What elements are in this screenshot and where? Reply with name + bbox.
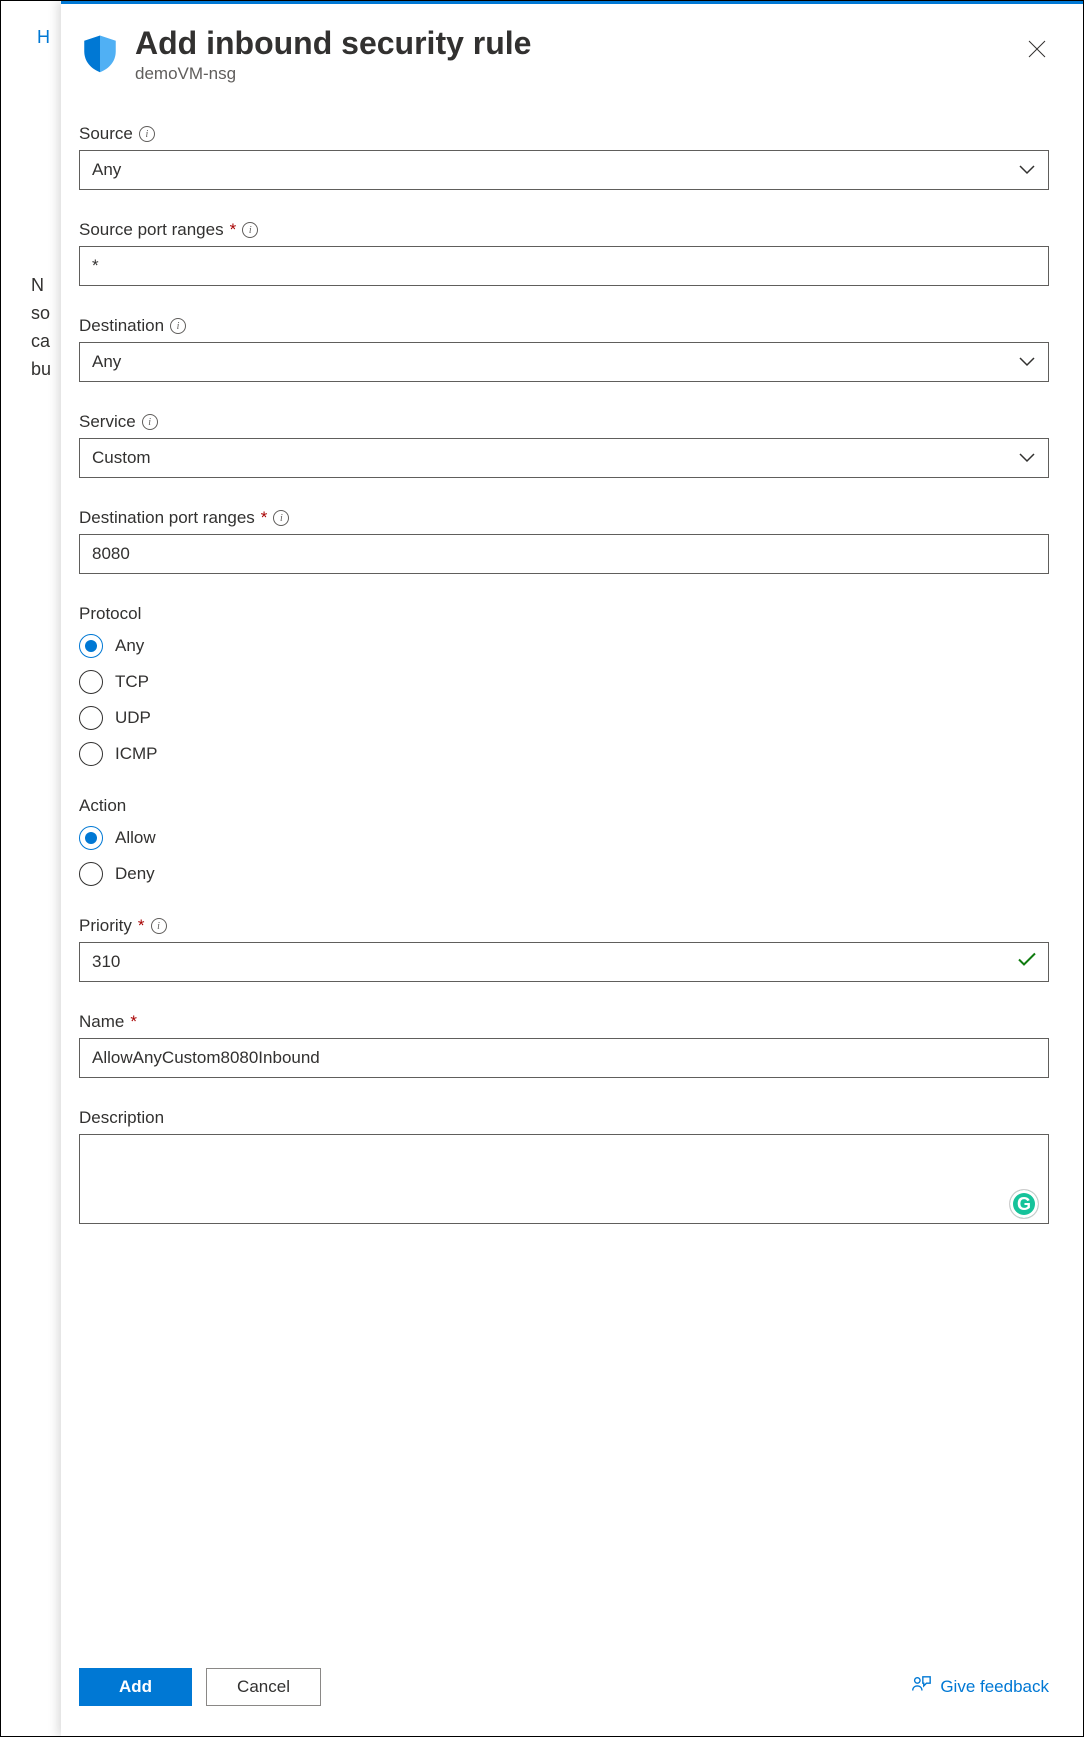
- destination-label: Destination: [79, 316, 164, 336]
- chevron-down-icon: [1018, 448, 1036, 468]
- required-indicator: *: [230, 220, 237, 240]
- panel-header: Add inbound security rule demoVM-nsg: [61, 4, 1083, 94]
- dest-port-label: Destination port ranges: [79, 508, 255, 528]
- description-group: Description G: [79, 1108, 1049, 1229]
- source-port-label: Source port ranges: [79, 220, 224, 240]
- priority-group: Priority * i: [79, 916, 1049, 982]
- radio-label: TCP: [115, 672, 149, 692]
- required-indicator: *: [138, 916, 145, 936]
- source-label: Source: [79, 124, 133, 144]
- radio-circle: [79, 742, 103, 766]
- radio-circle: [79, 634, 103, 658]
- panel-title: Add inbound security rule: [135, 24, 1011, 62]
- protocol-radio-icmp[interactable]: ICMP: [79, 742, 1049, 766]
- protocol-radio-tcp[interactable]: TCP: [79, 670, 1049, 694]
- radio-label: Deny: [115, 864, 155, 884]
- priority-label: Priority: [79, 916, 132, 936]
- protocol-label: Protocol: [79, 604, 141, 624]
- destination-group: Destination i Any: [79, 316, 1049, 382]
- protocol-radio-any[interactable]: Any: [79, 634, 1049, 658]
- info-icon[interactable]: i: [142, 414, 158, 430]
- action-radio-allow[interactable]: Allow: [79, 826, 1049, 850]
- protocol-group: Protocol Any TCP UDP ICMP: [79, 604, 1049, 766]
- give-feedback-link[interactable]: Give feedback: [910, 1674, 1049, 1701]
- service-value: Custom: [92, 448, 151, 468]
- feedback-label: Give feedback: [940, 1677, 1049, 1697]
- chevron-down-icon: [1018, 160, 1036, 180]
- radio-label: Any: [115, 636, 144, 656]
- protocol-radio-udp[interactable]: UDP: [79, 706, 1049, 730]
- bg-breadcrumb-link[interactable]: H: [37, 27, 50, 48]
- radio-circle: [79, 826, 103, 850]
- name-label: Name: [79, 1012, 124, 1032]
- source-port-group: Source port ranges * i: [79, 220, 1049, 286]
- info-icon[interactable]: i: [242, 222, 258, 238]
- action-group: Action Allow Deny: [79, 796, 1049, 886]
- check-icon: [1017, 952, 1037, 973]
- close-button[interactable]: [1025, 38, 1049, 62]
- info-icon[interactable]: i: [151, 918, 167, 934]
- panel-body: Source i Any Source port ranges * i Dest…: [61, 94, 1083, 1650]
- panel-subtitle: demoVM-nsg: [135, 64, 1011, 84]
- info-icon[interactable]: i: [170, 318, 186, 334]
- radio-label: ICMP: [115, 744, 158, 764]
- shield-icon: [79, 32, 121, 74]
- required-indicator: *: [261, 508, 268, 528]
- destination-value: Any: [92, 352, 121, 372]
- bg-text: Nsocabu: [31, 271, 51, 383]
- close-icon: [1027, 47, 1047, 62]
- description-label: Description: [79, 1108, 164, 1128]
- dest-port-group: Destination port ranges * i: [79, 508, 1049, 574]
- feedback-icon: [910, 1674, 932, 1701]
- name-group: Name *: [79, 1012, 1049, 1078]
- dest-port-input[interactable]: [79, 534, 1049, 574]
- source-port-input[interactable]: [79, 246, 1049, 286]
- chevron-down-icon: [1018, 352, 1036, 372]
- info-icon[interactable]: i: [273, 510, 289, 526]
- name-input[interactable]: [79, 1038, 1049, 1078]
- service-select[interactable]: Custom: [79, 438, 1049, 478]
- radio-label: Allow: [115, 828, 156, 848]
- radio-circle: [79, 706, 103, 730]
- service-group: Service i Custom: [79, 412, 1049, 478]
- panel-footer: Add Cancel Give feedback: [61, 1650, 1083, 1736]
- priority-input[interactable]: [79, 942, 1049, 982]
- service-label: Service: [79, 412, 136, 432]
- radio-label: UDP: [115, 708, 151, 728]
- source-value: Any: [92, 160, 121, 180]
- source-group: Source i Any: [79, 124, 1049, 190]
- info-icon[interactable]: i: [139, 126, 155, 142]
- cancel-button[interactable]: Cancel: [206, 1668, 321, 1706]
- add-button[interactable]: Add: [79, 1668, 192, 1706]
- radio-circle: [79, 862, 103, 886]
- action-radio-deny[interactable]: Deny: [79, 862, 1049, 886]
- required-indicator: *: [130, 1012, 137, 1032]
- destination-select[interactable]: Any: [79, 342, 1049, 382]
- source-select[interactable]: Any: [79, 150, 1049, 190]
- description-input[interactable]: [79, 1134, 1049, 1224]
- side-panel: Add inbound security rule demoVM-nsg Sou…: [61, 1, 1083, 1736]
- action-label: Action: [79, 796, 126, 816]
- radio-circle: [79, 670, 103, 694]
